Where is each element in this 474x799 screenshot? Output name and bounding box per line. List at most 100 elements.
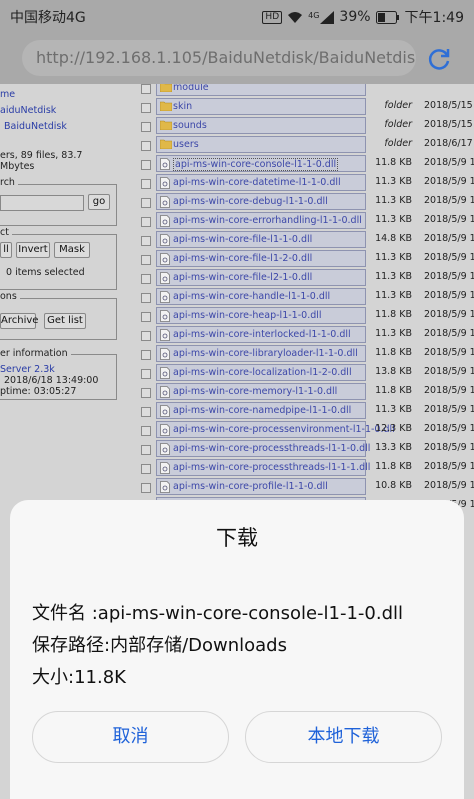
server-time: 2018/6/18 13:49:00 (4, 375, 99, 386)
file-size: 11.8 KB (375, 309, 412, 320)
file-name-link[interactable]: api-ms-win-core-interlocked-l1-1-0.dll (173, 329, 351, 340)
row-checkbox[interactable] (141, 122, 151, 132)
file-name-link[interactable]: api-ms-win-core-file-l1-1-0.dll (173, 234, 312, 245)
row-checkbox[interactable] (141, 160, 151, 170)
download-dialog: 下载 文件名 :api-ms-win-core-console-l1-1-0.d… (10, 500, 464, 799)
file-name-link[interactable]: api-ms-win-core-handle-l1-1-0.dll (173, 291, 330, 302)
file-date: 2018/5/9 1 (424, 328, 474, 339)
file-icon (160, 253, 170, 268)
table-row[interactable]: sounds folder 2018/5/15 1 (134, 117, 474, 135)
file-name-link[interactable]: skin (173, 101, 192, 112)
table-row[interactable]: module (134, 84, 474, 97)
file-name-link[interactable]: api-ms-win-core-file-l2-1-0.dll (173, 272, 312, 283)
row-name-cell: api-ms-win-core-profile-l1-1-0.dll (156, 478, 366, 495)
table-row[interactable]: api-ms-win-core-processthreads-l1-1-0.dl… (134, 440, 474, 458)
table-row[interactable]: users folder 2018/6/17 2 (134, 136, 474, 154)
file-name-link[interactable]: module (173, 84, 209, 93)
row-checkbox[interactable] (141, 179, 151, 189)
file-name-link[interactable]: sounds (173, 120, 207, 131)
row-checkbox[interactable] (141, 369, 151, 379)
row-checkbox[interactable] (141, 103, 151, 113)
file-name-link[interactable]: api-ms-win-core-libraryloader-l1-1-0.dll (173, 348, 358, 359)
file-name-link[interactable]: api-ms-win-core-debug-l1-1-0.dll (173, 196, 328, 207)
file-size: 11.3 KB (375, 290, 412, 301)
row-name-cell: api-ms-win-core-memory-l1-1-0.dll (156, 383, 366, 400)
row-checkbox[interactable] (141, 293, 151, 303)
table-row[interactable]: api-ms-win-core-memory-l1-1-0.dll 11.8 KB… (134, 383, 474, 401)
table-row[interactable]: api-ms-win-core-localization-l1-2-0.dll 1… (134, 364, 474, 382)
table-row[interactable]: api-ms-win-core-namedpipe-l1-1-0.dll 11.3… (134, 402, 474, 420)
reload-icon[interactable] (426, 46, 452, 76)
file-name-link[interactable]: api-ms-win-core-processenvironment-l1-1-… (173, 424, 395, 435)
file-name-link[interactable]: api-ms-win-core-datetime-l1-1-0.dll (173, 177, 341, 188)
table-row[interactable]: api-ms-win-core-file-l2-1-0.dll 11.3 KB 20… (134, 269, 474, 287)
table-row[interactable]: api-ms-win-core-profile-l1-1-0.dll 10.8 K… (134, 478, 474, 496)
file-name-link[interactable]: users (173, 139, 199, 150)
file-name-link[interactable]: api-ms-win-core-console-l1-1-0.dll (173, 158, 339, 171)
row-checkbox[interactable] (141, 464, 151, 474)
row-checkbox[interactable] (141, 388, 151, 398)
file-size: 13.8 KB (375, 366, 412, 377)
row-checkbox[interactable] (141, 350, 151, 360)
search-legend: rch (0, 177, 18, 188)
home-link[interactable]: me (0, 89, 15, 100)
row-checkbox[interactable] (141, 331, 151, 341)
table-row[interactable]: api-ms-win-core-file-l1-1-0.dll 14.8 KB 20… (134, 231, 474, 249)
get-list-button[interactable]: Get list (44, 313, 86, 329)
archive-button[interactable]: Archive (0, 313, 38, 329)
search-input[interactable] (0, 195, 84, 211)
table-row[interactable]: api-ms-win-core-libraryloader-l1-1-0.dll… (134, 345, 474, 363)
row-checkbox[interactable] (141, 274, 151, 284)
table-row[interactable]: api-ms-win-core-file-l1-2-0.dll 11.3 KB 20… (134, 250, 474, 268)
table-row[interactable]: skin folder 2018/5/15 1 (134, 98, 474, 116)
server-version-link[interactable]: Server 2.3k (0, 364, 55, 375)
search-go-button[interactable]: go (88, 194, 110, 210)
row-checkbox[interactable] (141, 217, 151, 227)
file-date: 2018/5/15 1 (424, 100, 474, 111)
table-row[interactable]: api-ms-win-core-interlocked-l1-1-0.dll 11… (134, 326, 474, 344)
row-checkbox[interactable] (141, 84, 151, 94)
table-row[interactable]: api-ms-win-core-heap-l1-1-0.dll 11.8 KB 20… (134, 307, 474, 325)
invert-button[interactable]: Invert (16, 242, 50, 258)
current-folder-link[interactable]: BaiduNetdisk (4, 121, 67, 132)
table-row[interactable]: api-ms-win-core-processenvironment-l1-1-… (134, 421, 474, 439)
file-date: 2018/5/15 1 (424, 119, 474, 130)
file-icon (160, 310, 170, 325)
table-row[interactable]: api-ms-win-core-handle-l1-1-0.dll 11.3 KB… (134, 288, 474, 306)
file-name-link[interactable]: api-ms-win-core-file-l1-2-0.dll (173, 253, 312, 264)
file-name-link[interactable]: api-ms-win-core-localization-l1-2-0.dll (173, 367, 352, 378)
row-checkbox[interactable] (141, 483, 151, 493)
folder-link[interactable]: aiduNetdisk (0, 105, 56, 116)
table-row[interactable]: api-ms-win-core-console-l1-1-0.dll 11.8 K… (134, 155, 474, 173)
file-name-link[interactable]: api-ms-win-core-heap-l1-1-0.dll (173, 310, 322, 321)
file-icon (160, 443, 170, 458)
file-icon (160, 481, 170, 496)
row-checkbox[interactable] (141, 312, 151, 322)
table-row[interactable]: api-ms-win-core-datetime-l1-1-0.dll 11.3 … (134, 174, 474, 192)
row-checkbox[interactable] (141, 141, 151, 151)
select-all-button[interactable]: ll (0, 242, 12, 258)
row-checkbox[interactable] (141, 255, 151, 265)
row-name-cell: skin (156, 98, 366, 115)
row-checkbox[interactable] (141, 198, 151, 208)
row-checkbox[interactable] (141, 236, 151, 246)
row-checkbox[interactable] (141, 426, 151, 436)
local-download-button[interactable]: 本地下载 (245, 711, 442, 763)
table-row[interactable]: api-ms-win-core-debug-l1-1-0.dll 11.3 KB 2… (134, 193, 474, 211)
mask-button[interactable]: Mask (54, 242, 90, 258)
row-checkbox[interactable] (141, 445, 151, 455)
row-name-cell: api-ms-win-core-heap-l1-1-0.dll (156, 307, 366, 324)
file-icon (160, 329, 170, 344)
row-checkbox[interactable] (141, 407, 151, 417)
table-row[interactable]: api-ms-win-core-processthreads-l1-1-1.dl… (134, 459, 474, 477)
file-name-link[interactable]: api-ms-win-core-namedpipe-l1-1-0.dll (173, 405, 351, 416)
cancel-button[interactable]: 取消 (32, 711, 229, 763)
file-name-link[interactable]: api-ms-win-core-memory-l1-1-0.dll (173, 386, 337, 397)
file-date: 2018/5/9 1 (424, 309, 474, 320)
file-name-link[interactable]: api-ms-win-core-profile-l1-1-0.dll (173, 481, 328, 492)
file-name-link[interactable]: api-ms-win-core-processthreads-l1-1-1.dl… (173, 462, 370, 473)
file-name-link[interactable]: api-ms-win-core-processthreads-l1-1-0.dl… (173, 443, 370, 454)
table-row[interactable]: api-ms-win-core-errorhandling-l1-1-0.dll… (134, 212, 474, 230)
address-bar[interactable]: http://192.168.1.105/BaiduNetdisk/BaiduN… (22, 40, 416, 76)
file-name-link[interactable]: api-ms-win-core-errorhandling-l1-1-0.dll (173, 215, 362, 226)
